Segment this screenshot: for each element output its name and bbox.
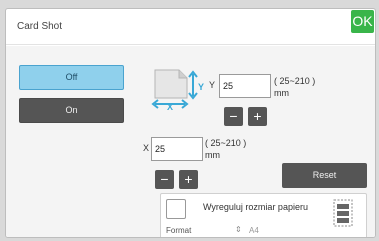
dialog-title: Card Shot (17, 21, 63, 32)
format-value[interactable]: A4 (249, 226, 259, 235)
reset-button[interactable]: Reset (282, 163, 367, 188)
paper-size-box: Wyreguluj rozmiar papieru Format ⇕ A4 (160, 193, 367, 237)
x-range: ( 25~210 ) (205, 138, 247, 148)
y-label: Y (209, 80, 216, 90)
ok-button[interactable]: OK (351, 10, 374, 33)
y-unit: mm (274, 88, 289, 98)
x-plus-button[interactable]: + (179, 170, 198, 189)
on-button[interactable]: On (19, 98, 124, 123)
y-minus-button[interactable]: − (224, 107, 243, 126)
y-plus-button[interactable]: + (248, 107, 267, 126)
y-range: ( 25~210 ) (274, 76, 316, 86)
x-minus-button[interactable]: − (155, 170, 174, 189)
fit-paper-checkbox[interactable] (166, 199, 186, 219)
fit-paper-label: Wyreguluj rozmiar papieru (203, 202, 308, 212)
format-label: Format (166, 226, 192, 235)
settings-panel: Off On Y X Y 25 ( 25~210 ) mm − + X 25 (… (6, 46, 375, 237)
y-size-input[interactable]: 25 (219, 74, 271, 98)
diagram-y-label: Y (198, 82, 204, 92)
x-size-input[interactable]: 25 (151, 137, 203, 161)
title-bar: Card Shot OK (6, 9, 375, 45)
x-unit: mm (205, 150, 220, 160)
card-size-diagram-icon: Y X (151, 69, 204, 110)
diagram-x-label: X (167, 102, 173, 110)
paper-size-icon (333, 199, 353, 227)
card-shot-dialog: Card Shot OK Off On Y X Y 25 ( 25~210 ) … (5, 8, 376, 238)
x-label: X (143, 143, 150, 153)
format-spinner-icon[interactable]: ⇕ (235, 225, 242, 234)
off-button[interactable]: Off (19, 65, 124, 90)
